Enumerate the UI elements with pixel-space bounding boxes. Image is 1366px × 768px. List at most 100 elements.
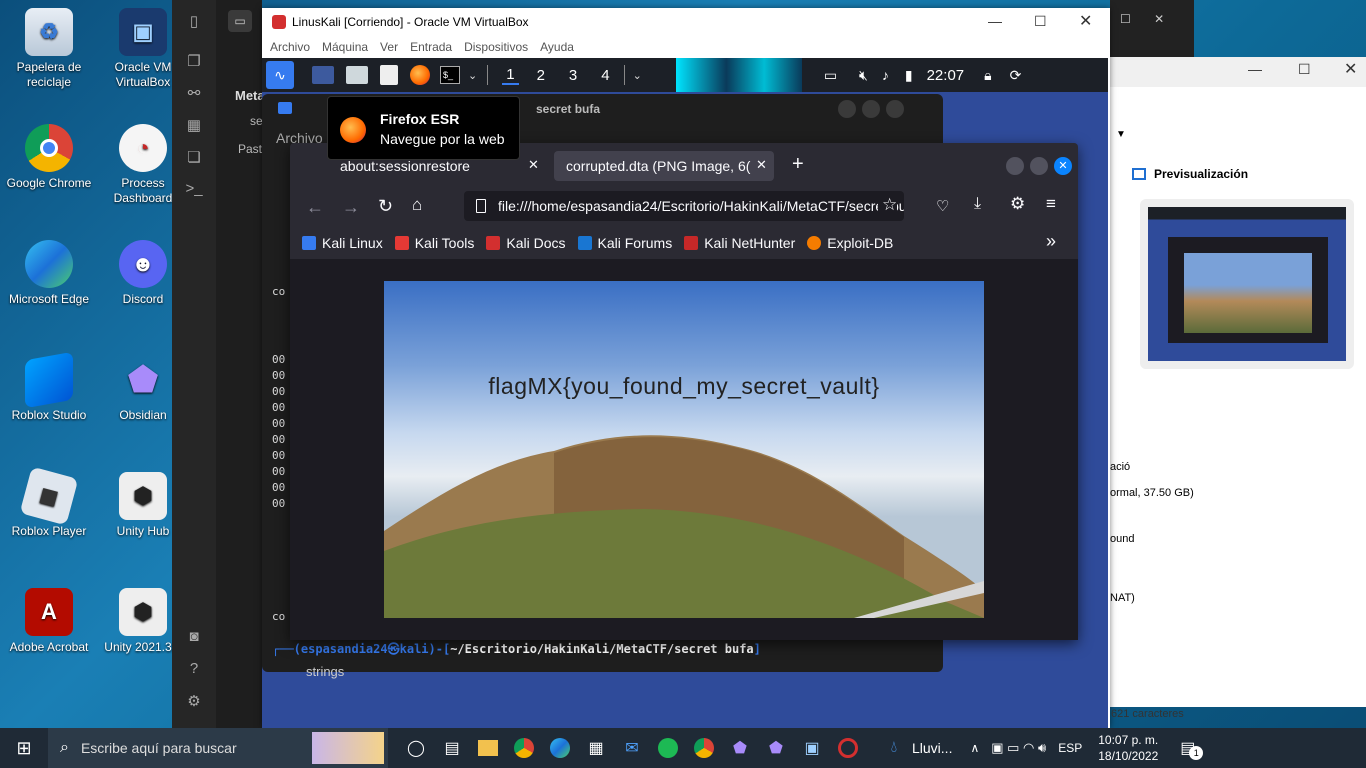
obsidian-icon[interactable]: ⬟ [722, 728, 758, 768]
clock[interactable]: 10:07 p. m. 18/10/2022 [1098, 732, 1158, 764]
chevron-down-icon[interactable]: ⌄ [468, 69, 477, 82]
lock-icon[interactable]: 🔒︎ [984, 67, 991, 84]
minimize-button[interactable]: — [988, 13, 1002, 29]
chrome-profile-icon[interactable] [686, 728, 722, 768]
settings-icon[interactable]: ⚙ [184, 692, 204, 712]
corrupted-png-image[interactable]: flagMX{you_found_my_secret_vault} [384, 281, 984, 618]
graph-icon[interactable]: ⚯ [184, 84, 204, 104]
home-button[interactable]: ⌂ [412, 195, 422, 215]
menu-ayuda[interactable]: Ayuda [540, 40, 574, 54]
maximize-button[interactable] [1030, 157, 1048, 175]
virtualbox-vm-icon[interactable] [830, 728, 866, 768]
terminal-icon[interactable]: >_ [184, 180, 204, 200]
extensions-icon[interactable]: ⚙ [1010, 194, 1025, 214]
close-button[interactable]: ✕ [1054, 157, 1072, 175]
desktop-icon-acrobat[interactable]: A Adobe Acrobat [2, 588, 96, 655]
bookmarks-overflow-icon[interactable]: » [1046, 231, 1056, 252]
show-desktop-icon[interactable] [312, 66, 334, 84]
maximize-button[interactable]: ☐ [1298, 61, 1311, 78]
menu-icon[interactable]: ≡ [1046, 194, 1056, 214]
folder-icon[interactable]: ▭ [228, 10, 252, 32]
explorer-icon[interactable] [470, 728, 506, 768]
maximize-button[interactable] [862, 100, 880, 118]
terminal-app-icon[interactable]: $_ [440, 66, 460, 84]
desktop-icon-recycle-bin[interactable]: ♻ Papelera de reciclaje [2, 8, 96, 90]
menu-maquina[interactable]: Máquina [322, 40, 368, 54]
panel-clock[interactable]: 22:07 [927, 67, 965, 84]
vault-icon[interactable]: ◙ [184, 628, 204, 648]
display-icon[interactable]: ▭ [824, 67, 837, 84]
logout-icon[interactable]: ⟳ [1010, 67, 1022, 84]
menu-ver[interactable]: Ver [380, 40, 398, 54]
chrome-icon[interactable] [506, 728, 542, 768]
spotify-icon[interactable] [650, 728, 686, 768]
bookmark-kali-forums[interactable]: Kali Forums [577, 235, 672, 251]
menu-entrada[interactable]: Entrada [410, 40, 452, 54]
tab-close-icon[interactable]: ✕ [756, 157, 767, 173]
chevron-down-icon[interactable]: ⌄ [633, 69, 642, 82]
forward-button[interactable]: → [342, 197, 360, 218]
tray-icons[interactable]: ▣ ▭ ◠ 🔊︎ [991, 740, 1046, 756]
help-icon[interactable]: ? [184, 660, 204, 680]
desktop-icon-chrome[interactable]: Google Chrome [2, 124, 96, 191]
url-bar[interactable]: file:///home/espasandia24/Escritorio/Hak… [464, 191, 904, 221]
weather-icon[interactable]: 💧︎ [876, 728, 912, 768]
desktop-icon-roblox-studio[interactable]: Roblox Studio [2, 351, 96, 423]
close-button[interactable]: ✕ [1344, 59, 1357, 79]
bookmark-kali-linux[interactable]: Kali Linux [302, 235, 383, 251]
kali-menu-icon[interactable]: ∿ [266, 61, 294, 89]
copy-icon[interactable]: ❏ [184, 148, 204, 168]
widgets-icon[interactable]: ▤ [434, 728, 470, 768]
workspace-1[interactable]: 1 [502, 66, 519, 85]
bookmark-exploit-db[interactable]: Exploit-DB [807, 235, 893, 251]
store-icon[interactable]: ▦ [578, 728, 614, 768]
bookmark-star-icon[interactable]: ☆ [878, 195, 898, 215]
close-button[interactable]: ✕ [1079, 11, 1092, 31]
new-tab-button[interactable]: + [792, 153, 804, 176]
minimize-button[interactable]: — [1248, 61, 1262, 77]
obsidian-icon[interactable]: ⬟ [758, 728, 794, 768]
dropdown-arrow-icon[interactable]: ▼ [1116, 129, 1126, 140]
bookmark-label: Kali Linux [322, 235, 383, 251]
mail-icon[interactable]: ✉ [614, 728, 650, 768]
file-manager-icon[interactable] [346, 66, 368, 84]
notification-center[interactable]: ▤ 1 [1180, 738, 1204, 760]
close-button[interactable] [886, 100, 904, 118]
desktop-icon-roblox-player[interactable]: ◼ Roblox Player [2, 466, 96, 539]
firefox-icon[interactable] [410, 65, 430, 85]
language-indicator[interactable]: ESP [1058, 741, 1082, 755]
workspace-3[interactable]: 3 [569, 67, 577, 84]
search-box[interactable]: ⌕ Escribe aquí para buscar [48, 728, 388, 768]
pocket-icon[interactable]: ♡ [936, 197, 949, 215]
desktop-icon-edge[interactable]: Microsoft Edge [2, 240, 96, 307]
task-view-icon[interactable]: ◯ [398, 728, 434, 768]
tab-corrupted-image[interactable]: corrupted.dta (PNG Image, 6( ✕ [554, 151, 774, 181]
bookmark-kali-docs[interactable]: Kali Docs [486, 235, 566, 251]
virtualbox-icon[interactable]: ▣ [794, 728, 830, 768]
sidebar-toggle-icon[interactable]: ▯ [184, 12, 204, 32]
mute-icon[interactable]: 🔇︎ [859, 67, 868, 84]
menu-archivo[interactable]: Archivo [270, 40, 310, 54]
tree-item[interactable]: se [250, 114, 263, 128]
downloads-icon[interactable]: ⤓ [974, 195, 981, 213]
weather-text[interactable]: Lluvi... [912, 740, 952, 756]
bookmark-kali-tools[interactable]: Kali Tools [394, 235, 474, 251]
tab-close-icon[interactable]: ✕ [528, 157, 539, 173]
text-editor-icon[interactable] [380, 65, 398, 85]
bell-icon[interactable]: ♪ [882, 67, 889, 83]
windows-start-icon[interactable]: ⊞ [0, 728, 48, 768]
back-button[interactable]: ← [306, 197, 324, 218]
workspace-4[interactable]: 4 [601, 67, 609, 84]
minimize-button[interactable] [838, 100, 856, 118]
minimize-button[interactable] [1006, 157, 1024, 175]
bookmark-kali-nethunter[interactable]: Kali NetHunter [684, 235, 795, 251]
calendar-icon[interactable]: ▦ [184, 116, 204, 136]
battery-icon[interactable]: ▮ [905, 67, 913, 84]
maximize-button[interactable]: ☐ [1034, 13, 1047, 30]
reload-button[interactable]: ↻ [378, 196, 393, 217]
menu-dispositivos[interactable]: Dispositivos [464, 40, 528, 54]
workspace-2[interactable]: 2 [537, 67, 545, 84]
files-icon[interactable]: ❐ [184, 52, 204, 72]
edge-icon[interactable] [542, 728, 578, 768]
chevron-up-icon[interactable]: ∧ [970, 741, 979, 755]
